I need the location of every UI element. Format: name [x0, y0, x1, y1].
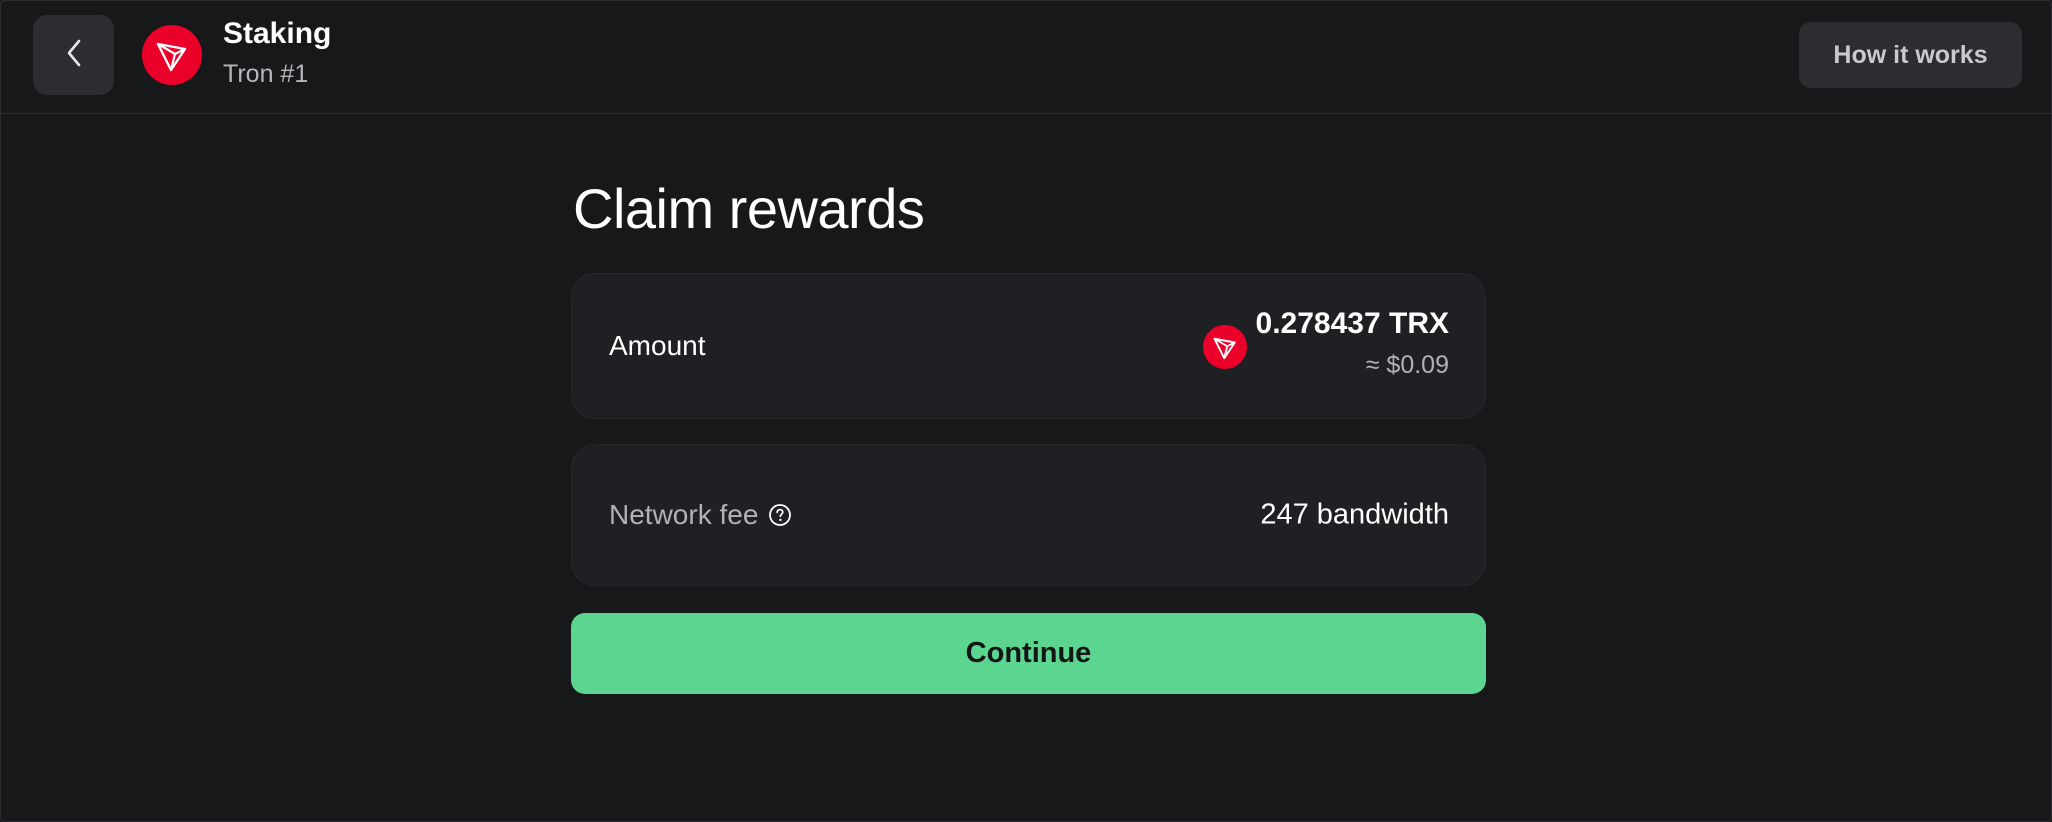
network-fee-card: Network fee 247 bandwidth — [571, 444, 1486, 586]
how-it-works-button[interactable]: How it works — [1799, 22, 2022, 88]
header-titles: Staking Tron #1 — [223, 15, 331, 91]
page-header-title: Staking — [223, 17, 332, 50]
tron-token-icon — [1203, 325, 1247, 369]
question-circle-icon[interactable] — [768, 503, 792, 527]
network-fee-label-text: Network fee — [609, 499, 759, 530]
back-button[interactable] — [33, 15, 114, 95]
chevron-left-icon — [65, 38, 83, 73]
amount-values: 0.278437 TRX ≈ $0.09 — [1256, 304, 1449, 382]
network-fee-value: 247 bandwidth — [1260, 498, 1449, 531]
amount-fiat-value: ≈ $0.09 — [1365, 351, 1449, 379]
amount-label: Amount — [609, 330, 706, 362]
continue-button[interactable]: Continue — [571, 613, 1486, 694]
header: Staking Tron #1 How it works — [1, 1, 2051, 114]
amount-card: Amount 0.278437 TRX ≈ $0.09 — [571, 273, 1486, 419]
account-name: Tron #1 — [223, 60, 309, 88]
page-title: Claim rewards — [573, 177, 925, 240]
network-fee-label: Network fee — [609, 499, 792, 531]
amount-label-text: Amount — [609, 330, 706, 361]
app-window: Staking Tron #1 How it works Claim rewar… — [0, 0, 2052, 822]
tron-logo-icon — [142, 25, 202, 85]
amount-value: 0.278437 TRX — [1255, 307, 1449, 340]
